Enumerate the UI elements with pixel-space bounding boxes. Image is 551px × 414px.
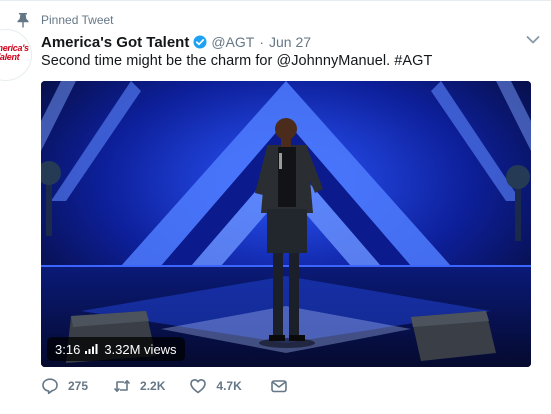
heart-icon bbox=[190, 379, 207, 394]
reply-icon bbox=[42, 378, 58, 395]
retweet-icon bbox=[113, 380, 131, 392]
tweet-timestamp[interactable]: Jun 27 bbox=[269, 34, 311, 50]
user-handle[interactable]: @AGT bbox=[211, 34, 254, 50]
direct-message-button[interactable] bbox=[270, 377, 288, 395]
pin-icon bbox=[17, 13, 29, 28]
reply-button[interactable]: 275 bbox=[41, 377, 88, 395]
pinned-label: Pinned Tweet bbox=[41, 13, 114, 27]
video-stats-overlay: 3:16 3.32M views bbox=[47, 337, 185, 361]
pinned-indicator: Pinned Tweet bbox=[16, 12, 114, 28]
video-frame bbox=[41, 81, 531, 367]
pinned-tweet[interactable]: Pinned Tweet merica's Talent America's G… bbox=[0, 0, 551, 414]
verified-badge-icon bbox=[193, 35, 207, 49]
tweet-text: Second time might be the charm for @John… bbox=[41, 53, 433, 69]
envelope-icon bbox=[270, 380, 287, 393]
retweet-button[interactable]: 2.2K bbox=[113, 377, 165, 395]
like-count: 4.7K bbox=[216, 379, 242, 393]
video-views: 3.32M views bbox=[104, 341, 177, 357]
like-button[interactable]: 4.7K bbox=[189, 377, 242, 395]
display-name[interactable]: America's Got Talent bbox=[41, 34, 189, 51]
video-duration: 3:16 bbox=[55, 341, 81, 357]
signal-bars-icon bbox=[85, 344, 98, 354]
separator-dot: · bbox=[259, 34, 265, 50]
avatar[interactable]: merica's Talent bbox=[0, 29, 32, 81]
avatar-logo: merica's Talent bbox=[0, 44, 29, 62]
video-player[interactable] bbox=[41, 81, 531, 367]
chevron-down-icon[interactable] bbox=[526, 35, 540, 45]
retweet-count: 2.2K bbox=[140, 379, 166, 393]
reply-count: 275 bbox=[68, 379, 89, 393]
tweet-header: America's Got Talent @AGT · Jun 27 bbox=[41, 32, 311, 52]
avatar-logo-line2: Talent bbox=[0, 52, 20, 62]
tweet-actions: 275 2.2K 4.7K bbox=[41, 375, 310, 397]
